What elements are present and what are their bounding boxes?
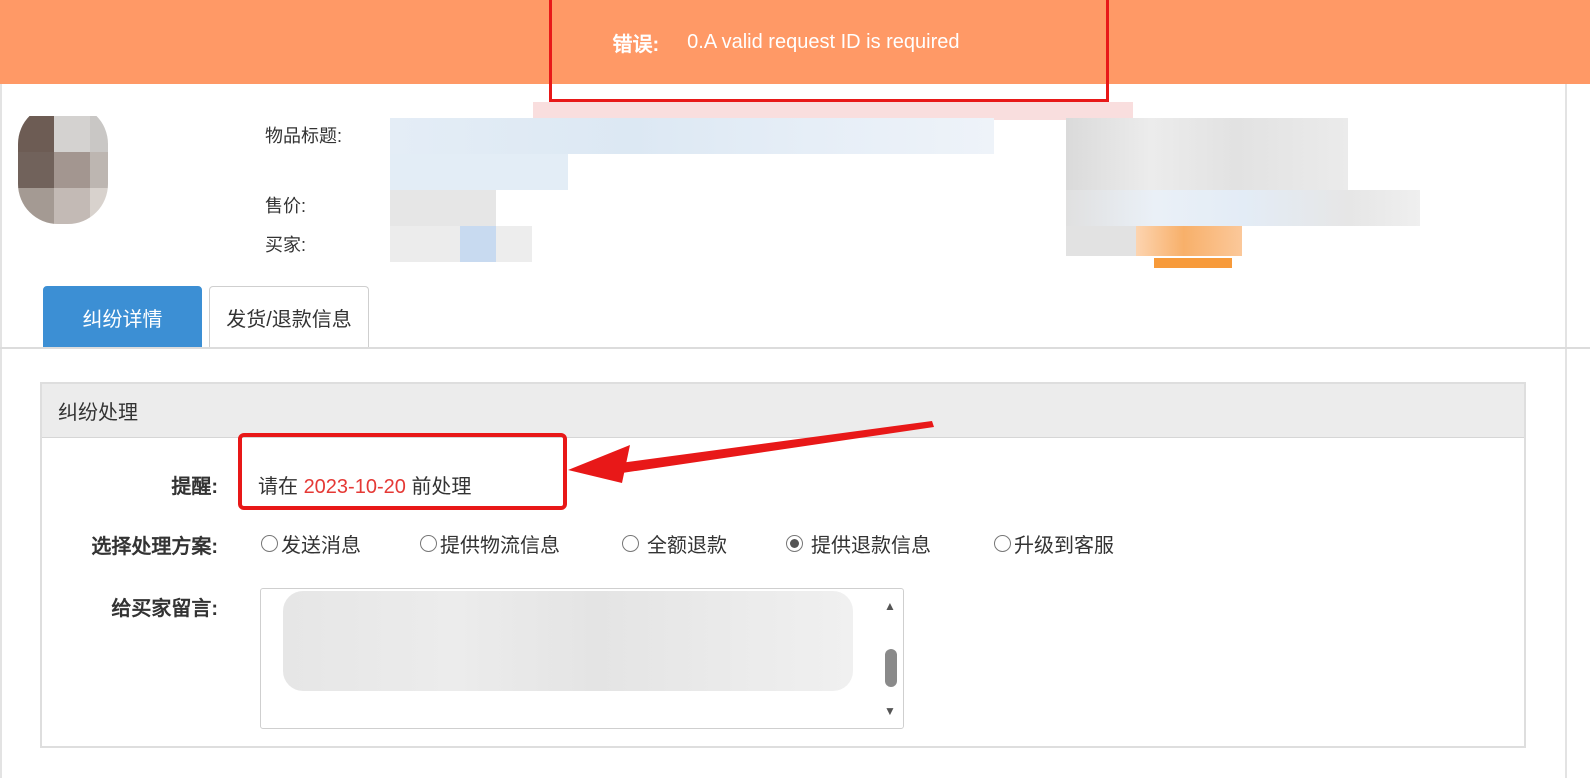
radio-circle[interactable] xyxy=(786,535,803,552)
buyer-value-redacted-blue xyxy=(460,226,496,262)
tabs-divider xyxy=(0,347,1590,349)
right-info-redacted-2 xyxy=(1066,190,1420,226)
radio-send-message[interactable]: 发送消息 xyxy=(261,529,361,558)
radio-circle[interactable] xyxy=(994,535,1011,552)
item-title-label: 物品标题: xyxy=(265,126,343,146)
page-border-left xyxy=(0,84,2,778)
scroll-up-icon[interactable]: ▲ xyxy=(883,599,897,613)
right-info-redacted-orange xyxy=(1136,226,1242,256)
price-label: 售价: xyxy=(265,196,307,216)
right-info-redacted-3 xyxy=(1066,226,1136,256)
radio-full-refund[interactable]: 全额退款 xyxy=(622,529,727,558)
radio-circle[interactable] xyxy=(420,535,437,552)
radio-label: 提供物流信息 xyxy=(440,535,560,557)
annotation-arrow-icon xyxy=(568,421,934,483)
page-border-right xyxy=(1565,84,1567,778)
message-textarea[interactable]: ▲ ▼ xyxy=(260,588,904,729)
message-content-redacted xyxy=(283,591,853,691)
item-thumbnail[interactable] xyxy=(18,104,108,224)
buyer-value-redacted xyxy=(390,226,460,262)
radio-circle[interactable] xyxy=(261,535,278,552)
options-label: 选择处理方案: xyxy=(91,536,218,558)
radio-provide-logistics[interactable]: 提供物流信息 xyxy=(420,529,560,558)
right-info-redacted xyxy=(1066,118,1348,190)
item-title-value-redacted xyxy=(390,118,994,154)
reminder-label: 提醒: xyxy=(171,476,218,498)
radio-escalate-support[interactable]: 升级到客服 xyxy=(994,529,1114,558)
radio-label: 发送消息 xyxy=(281,535,361,557)
buyer-label: 买家: xyxy=(265,235,307,255)
tab-shipping-refund-info[interactable]: 发货/退款信息 xyxy=(209,286,369,348)
radio-provide-refund-info[interactable]: 提供退款信息 xyxy=(786,529,931,558)
radio-label: 全额退款 xyxy=(647,535,727,557)
scroll-down-icon[interactable]: ▼ xyxy=(883,704,897,718)
message-label: 给买家留言: xyxy=(111,598,218,620)
tab-dispute-details[interactable]: 纠纷详情 xyxy=(43,286,202,348)
item-title-value-redacted-2 xyxy=(390,154,568,190)
radio-circle[interactable] xyxy=(622,535,639,552)
right-info-redacted-orange-line xyxy=(1154,258,1232,268)
annotation-box-error xyxy=(549,0,1109,102)
price-value-redacted xyxy=(390,190,496,226)
buyer-value-redacted-2 xyxy=(496,226,532,262)
radio-label: 升级到客服 xyxy=(1014,535,1114,557)
annotation-box-reminder xyxy=(238,433,567,510)
radio-label: 提供退款信息 xyxy=(811,535,931,557)
scrollbar-thumb[interactable] xyxy=(885,649,897,687)
